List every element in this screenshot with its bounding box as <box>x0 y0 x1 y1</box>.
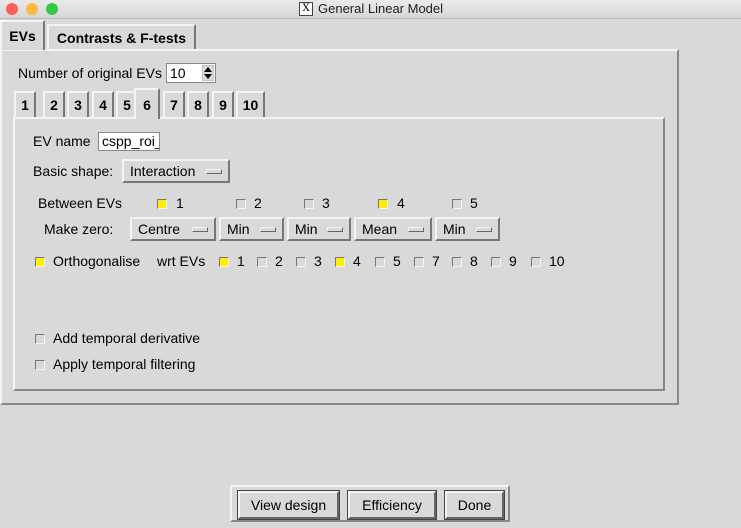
make-zero-select-3[interactable]: Min <box>287 217 351 241</box>
window-title: General Linear Model <box>318 1 444 16</box>
ev-tab-7[interactable]: 7 <box>163 91 185 117</box>
wrt-ev-5-checkbox[interactable] <box>375 257 385 267</box>
dropdown-indicator-icon <box>260 227 276 232</box>
temporal-derivative-label: Add temporal derivative <box>53 330 201 346</box>
ev-tab-7-label: 7 <box>170 97 178 113</box>
ev-tab-2-label: 2 <box>50 97 58 113</box>
wrt-ev-10-checkbox[interactable] <box>531 257 541 267</box>
tab-evs[interactable]: EVs <box>0 20 45 50</box>
x11-app-icon: X <box>299 2 313 16</box>
wrt-ev-9-label: 9 <box>509 253 517 269</box>
ev-tab-4-label: 4 <box>99 97 107 113</box>
wrt-ev-7-checkbox[interactable] <box>414 257 424 267</box>
orthogonalise-label: Orthogonalise <box>53 253 141 269</box>
wrt-ev-8-label: 8 <box>470 253 478 269</box>
make-zero-value-3: Min <box>295 221 318 237</box>
make-zero-select-4[interactable]: Mean <box>354 217 432 241</box>
wrt-evs-label: wrt EVs <box>157 253 206 269</box>
wrt-ev-3-label: 3 <box>314 253 322 269</box>
ev-name-input[interactable]: cspp_roi_ <box>98 132 160 151</box>
temporal-filtering-label: Apply temporal filtering <box>53 356 196 372</box>
make-zero-value-4: Mean <box>362 221 398 237</box>
between-ev-4-label: 4 <box>397 195 405 211</box>
tab-contrasts-f-tests[interactable]: Contrasts & F-tests <box>47 24 196 49</box>
done-button[interactable]: Done <box>444 490 505 520</box>
make-zero-select-1[interactable]: Centre <box>130 217 216 241</box>
between-ev-1-label: 1 <box>176 195 184 211</box>
ev-tab-6[interactable]: 6 <box>134 88 160 119</box>
view-design-button[interactable]: View design <box>237 490 340 520</box>
between-ev-5-label: 5 <box>470 195 478 211</box>
wrt-ev-2-label: 2 <box>275 253 283 269</box>
zoom-window-icon[interactable] <box>46 3 58 15</box>
efficiency-button[interactable]: Efficiency <box>347 490 437 520</box>
wrt-ev-8-checkbox[interactable] <box>452 257 462 267</box>
ev-tab-8-label: 8 <box>194 97 202 113</box>
dropdown-indicator-icon <box>327 227 343 232</box>
spin-arrows-icon[interactable] <box>202 65 214 81</box>
between-ev-3-checkbox[interactable] <box>304 199 314 209</box>
basic-shape-value: Interaction <box>130 163 196 179</box>
title-bar: X General Linear Model <box>0 0 741 19</box>
ev-tab-9[interactable]: 9 <box>212 91 234 117</box>
ev-tab-1[interactable]: 1 <box>14 91 36 117</box>
make-zero-value-2: Min <box>227 221 250 237</box>
wrt-ev-2-checkbox[interactable] <box>257 257 267 267</box>
wrt-ev-3-checkbox[interactable] <box>296 257 306 267</box>
wrt-ev-4-checkbox[interactable] <box>335 257 345 267</box>
between-ev-2-label: 2 <box>254 195 262 211</box>
make-zero-select-5[interactable]: Min <box>435 217 500 241</box>
between-ev-3-label: 3 <box>322 195 330 211</box>
between-ev-2-checkbox[interactable] <box>236 199 246 209</box>
ev-tab-2[interactable]: 2 <box>43 91 65 117</box>
ev-name-label: EV name <box>33 133 91 149</box>
between-evs-label: Between EVs <box>38 195 123 211</box>
tab-contrasts-label: Contrasts & F-tests <box>56 29 187 46</box>
num-evs-value: 10 <box>170 65 186 81</box>
make-zero-value-1: Centre <box>138 221 181 237</box>
wrt-ev-1-label: 1 <box>237 253 245 269</box>
temporal-filtering-checkbox[interactable] <box>35 360 45 370</box>
temporal-derivative-checkbox[interactable] <box>35 334 45 344</box>
dropdown-indicator-icon <box>192 227 208 232</box>
make-zero-value-5: Min <box>443 221 466 237</box>
make-zero-select-2[interactable]: Min <box>219 217 284 241</box>
ev-tab-4[interactable]: 4 <box>92 91 114 117</box>
wrt-ev-10-label: 10 <box>549 253 565 269</box>
ev-tab-3-label: 3 <box>74 97 82 113</box>
wrt-ev-1-checkbox[interactable] <box>219 257 229 267</box>
dropdown-indicator-icon <box>476 227 492 232</box>
dropdown-indicator-icon <box>408 227 424 232</box>
between-ev-1-checkbox[interactable] <box>157 199 167 209</box>
ev-tab-6-label: 6 <box>143 96 151 113</box>
ev-tab-10[interactable]: 10 <box>236 91 265 117</box>
make-zero-label: Make zero: <box>44 221 114 237</box>
ev-tab-1-label: 1 <box>21 97 29 113</box>
wrt-ev-5-label: 5 <box>393 253 401 269</box>
num-evs-label: Number of original EVs <box>18 65 162 81</box>
orthogonalise-checkbox[interactable] <box>35 257 45 267</box>
wrt-ev-4-label: 4 <box>353 253 361 269</box>
ev-tab-10-label: 10 <box>242 97 259 113</box>
wrt-ev-7-label: 7 <box>432 253 440 269</box>
ev-tab-3[interactable]: 3 <box>67 91 89 117</box>
dropdown-indicator-icon <box>206 169 222 174</box>
close-window-icon[interactable] <box>6 3 18 15</box>
ev-tab-5-label: 5 <box>123 97 131 113</box>
between-ev-5-checkbox[interactable] <box>452 199 462 209</box>
basic-shape-label: Basic shape: <box>33 163 114 179</box>
basic-shape-select[interactable]: Interaction <box>122 159 230 183</box>
ev-tab-8[interactable]: 8 <box>187 91 209 117</box>
between-ev-4-checkbox[interactable] <box>378 199 388 209</box>
ev-tab-9-label: 9 <box>219 97 227 113</box>
wrt-ev-9-checkbox[interactable] <box>491 257 501 267</box>
num-evs-spinbox[interactable]: 10 <box>166 63 216 83</box>
tab-evs-label: EVs <box>9 28 36 44</box>
minimize-window-icon[interactable] <box>26 3 38 15</box>
